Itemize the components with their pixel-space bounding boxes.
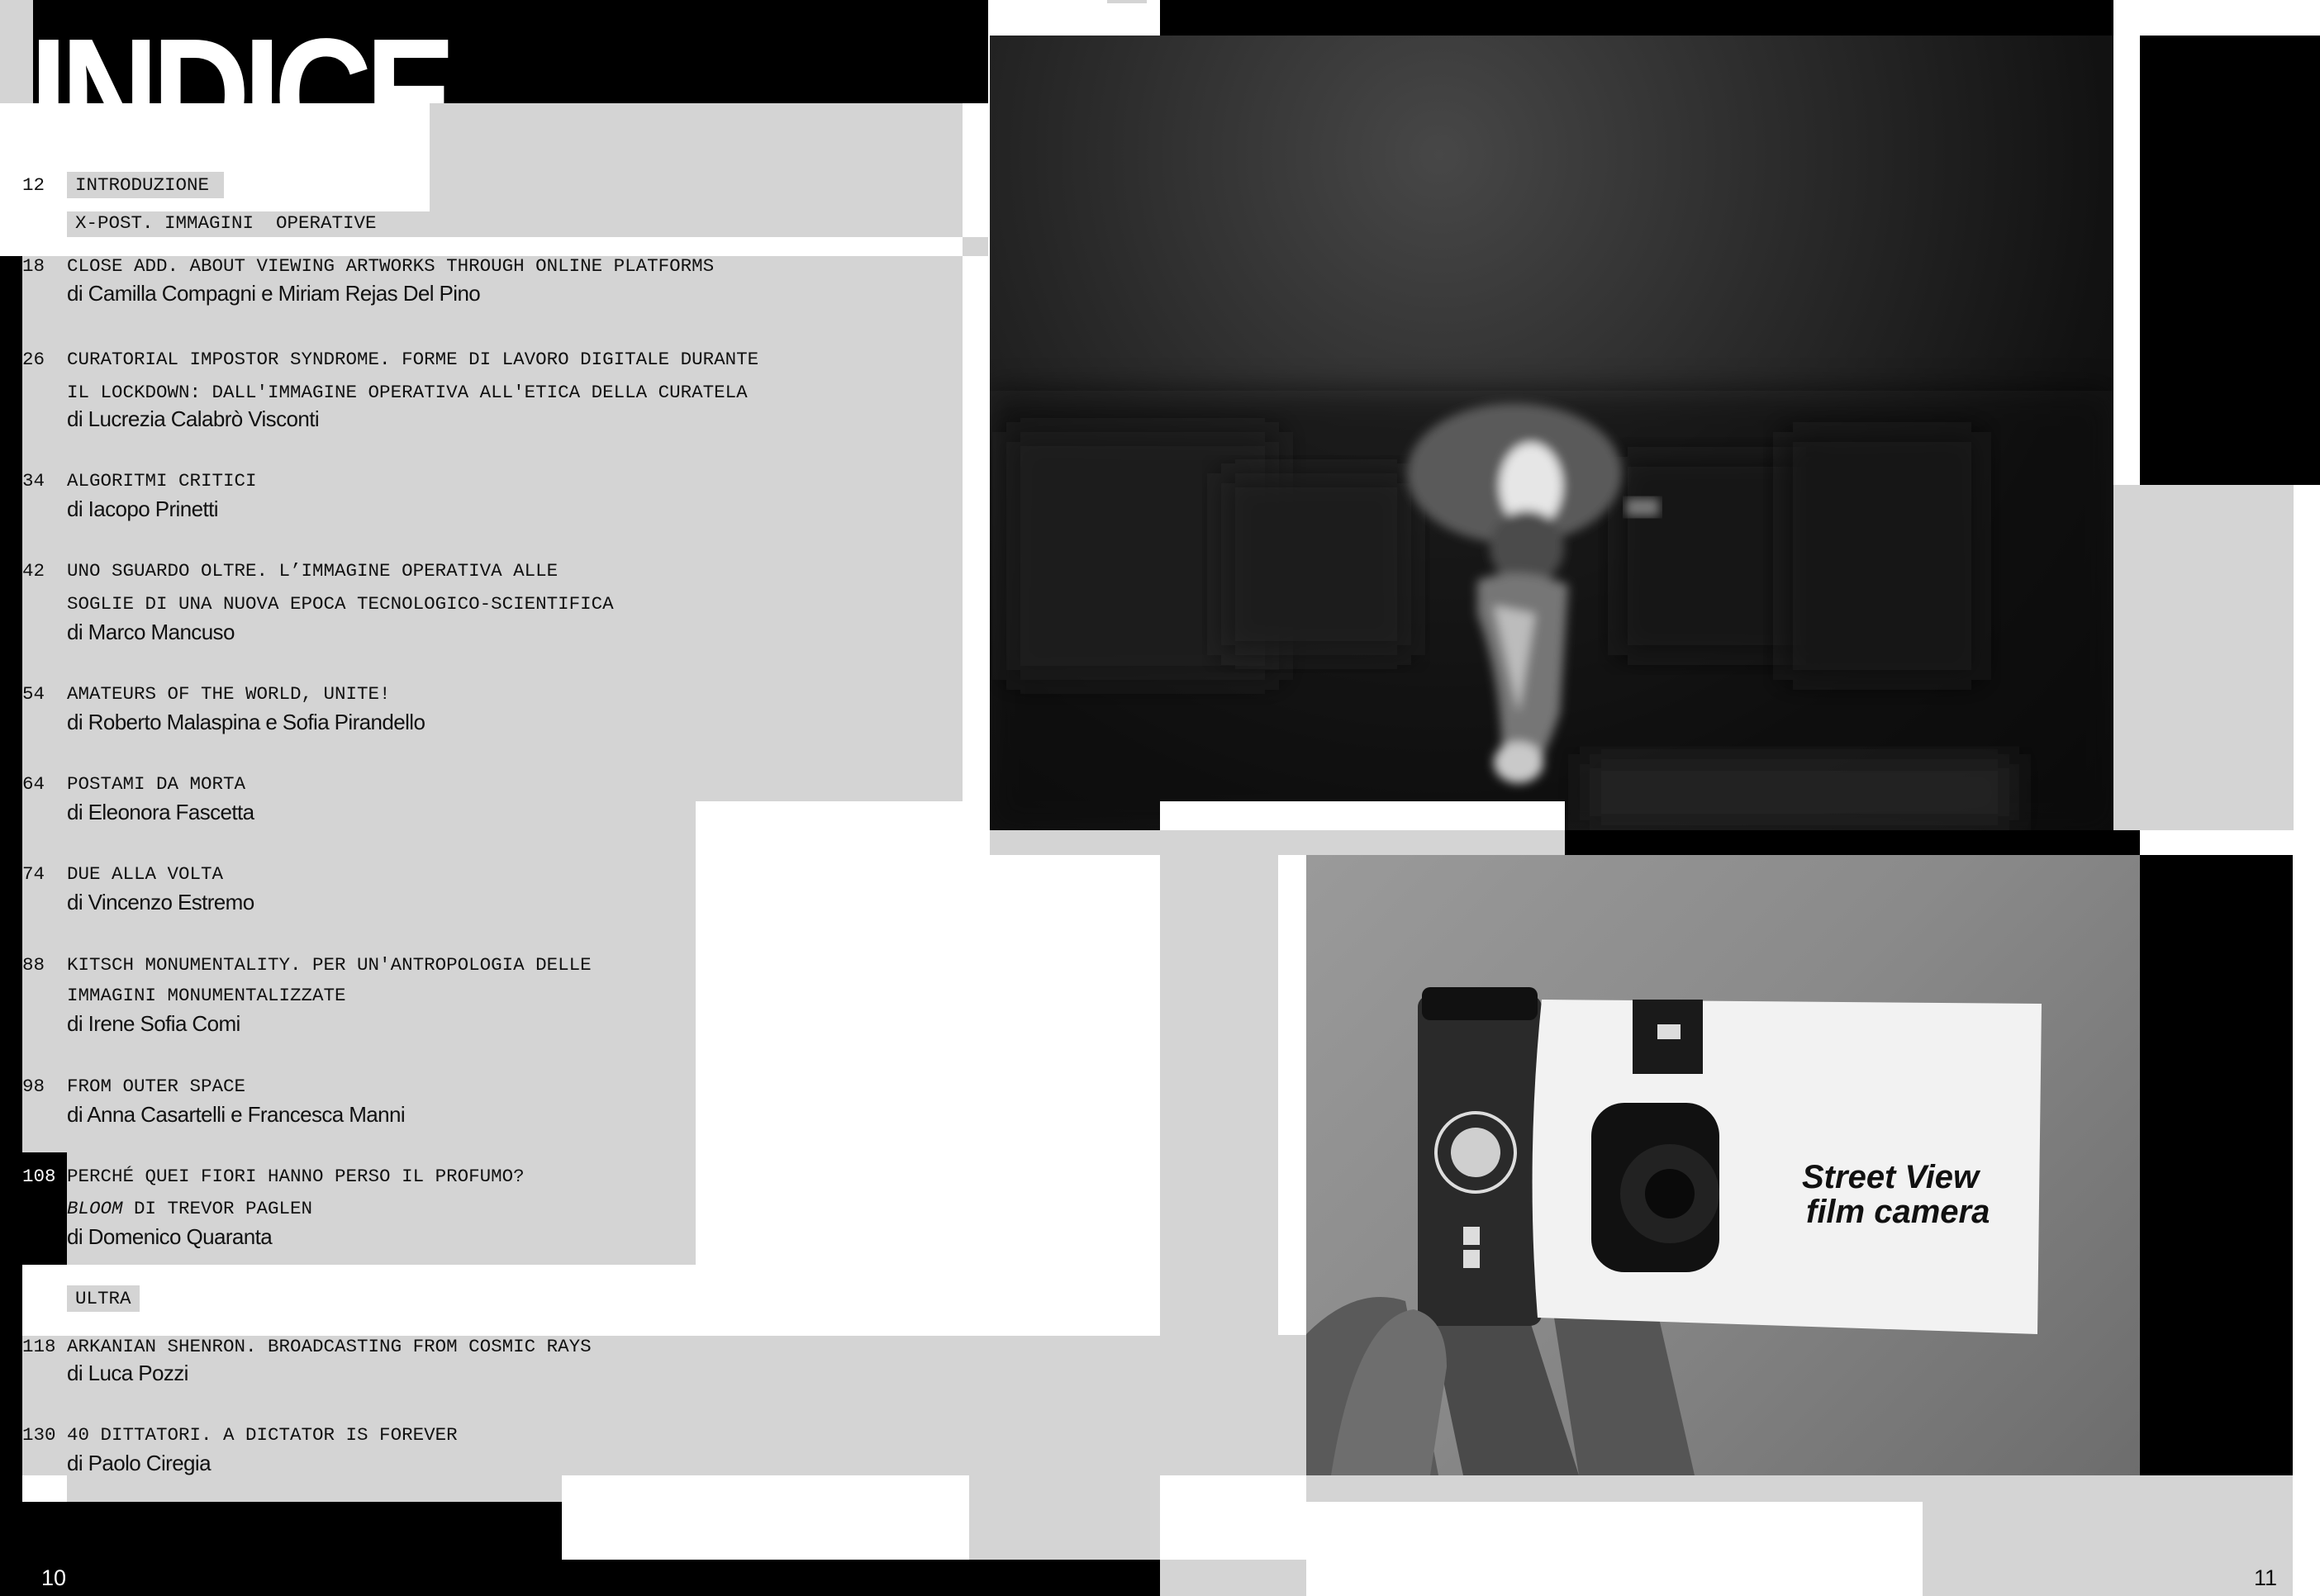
gray-block [1160,1560,1306,1596]
page-title-text: INDICE [30,12,456,104]
white-block [562,1475,969,1560]
gray-block [969,1336,1160,1560]
bottom-band [0,1560,1160,1596]
toc-title[interactable]: SOGLIE DI UNA NUOVA EPOCA TECNOLOGICO-SC… [67,591,614,616]
toc-title[interactable]: CLOSE ADD. ABOUT VIEWING ARTWORKS THROUG… [67,254,714,278]
toc-page-number: 88 [22,954,45,976]
gray-block [1306,1475,2293,1502]
thermal-figure-illustration [990,391,2113,830]
toc-title[interactable]: KITSCH MONUMENTALITY. PER UN'ANTROPOLOGI… [67,952,592,977]
toc-author: di Marco Mancuso [67,620,235,644]
toc-page-number: 118 [22,1336,56,1357]
toc-page-number: 18 [22,255,45,277]
toc-author: di Lucrezia Calabrò Visconti [67,406,320,431]
gray-block [963,237,988,256]
toc-author: di Domenico Quaranta [67,1224,273,1249]
toc-title[interactable]: IMMAGINI MONUMENTALIZZATE [67,983,346,1008]
toc-title[interactable]: ARKANIAN SHENRON. BROADCASTING FROM COSM… [67,1334,592,1359]
toc-author: di Luca Pozzi [67,1361,188,1385]
toc-title-italic: BLOOM [67,1198,123,1219]
toc-author: di Anna Casartelli e Francesca Manni [67,1102,406,1127]
toc-title[interactable]: AMATEURS OF THE WORLD, UNITE! [67,682,391,706]
black-strip [0,256,22,1596]
toc-title[interactable]: ALGORITMI CRITICI [67,468,257,493]
white-block [1160,801,1565,830]
toc-page-number: 98 [22,1076,45,1097]
toc-page-number: 130 [22,1424,56,1446]
toc-page-number: 12 [22,174,45,196]
gray-block [2113,485,2294,830]
gray-mark [1107,0,1147,3]
toc-page-number: 42 [22,560,45,582]
toc-page-number: 108 [22,1166,56,1187]
toc-page-number: 34 [22,470,45,492]
page-number-right: 11 [2254,1565,2278,1590]
toc-title[interactable]: UNO SGUARDO OLTRE. L’IMMAGINE OPERATIVA … [67,558,558,583]
section-label-ultra[interactable]: ULTRA [67,1285,140,1312]
toc-author: di Vincenzo Estremo [67,890,254,914]
camera-label-line2: film camera [1806,1194,1990,1230]
toc-title[interactable]: BLOOM DI TREVOR PAGLEN [67,1196,312,1221]
section-heading: X-POST. IMMAGINI OPERATIVE [75,212,377,234]
toc-author: di Eleonora Fascetta [67,800,254,824]
gray-block [1160,1335,1306,1475]
toc-title[interactable]: PERCHÉ QUEI FIORI HANNO PERSO IL PROFUMO… [67,1164,525,1189]
toc-title-rest: DI TREVOR PAGLEN [122,1198,313,1219]
gray-block [0,0,33,103]
top-band [1160,0,2113,36]
gray-block [990,830,1565,855]
black-block [2140,855,2293,1475]
camera-illustration: Street View film camera [1306,987,2042,1475]
toc-title[interactable]: POSTAMI DA MORTA [67,772,245,796]
toc-author: di Paolo Ciregia [67,1451,212,1475]
gray-block [1160,855,1278,1335]
intro-label[interactable]: INTRODUZIONE [67,172,224,198]
toc-title[interactable]: FROM OUTER SPACE [67,1074,245,1099]
toc-page-number: 64 [22,773,45,795]
toc-author: di Iacopo Prinetti [67,496,218,521]
toc-page-number: 54 [22,683,45,705]
toc-author: di Roberto Malaspina e Sofia Pirandello [67,710,425,734]
toc-title[interactable]: 40 DITTATORI. A DICTATOR IS FOREVER [67,1423,458,1447]
toc-title[interactable]: DUE ALLA VOLTA [67,862,223,886]
toc-author: di Camilla Compagni e Miriam Rejas Del P… [67,281,481,306]
gray-block [67,1475,562,1502]
toc-page-number: 74 [22,863,45,885]
toc-page-number: 26 [22,349,45,370]
black-band [1565,830,2140,855]
white-block [22,1475,67,1502]
thermal-photo [990,36,2113,830]
camera-label-line1: Street View [1802,1159,1981,1195]
toc-title[interactable]: IL LOCKDOWN: DALL'IMMAGINE OPERATIVA ALL… [67,380,748,405]
page-title: INDICE [30,12,492,104]
white-block [1160,1475,1306,1560]
gray-block [1923,1502,2293,1596]
toc-author: di Irene Sofia Comi [67,1011,240,1036]
camera-photo: Street View film camera [1306,855,2140,1475]
toc-title[interactable]: CURATORIAL IMPOSTOR SYNDROME. FORME DI L… [67,347,758,372]
black-block [2140,36,2320,485]
page-number-left: 10 [41,1565,67,1590]
